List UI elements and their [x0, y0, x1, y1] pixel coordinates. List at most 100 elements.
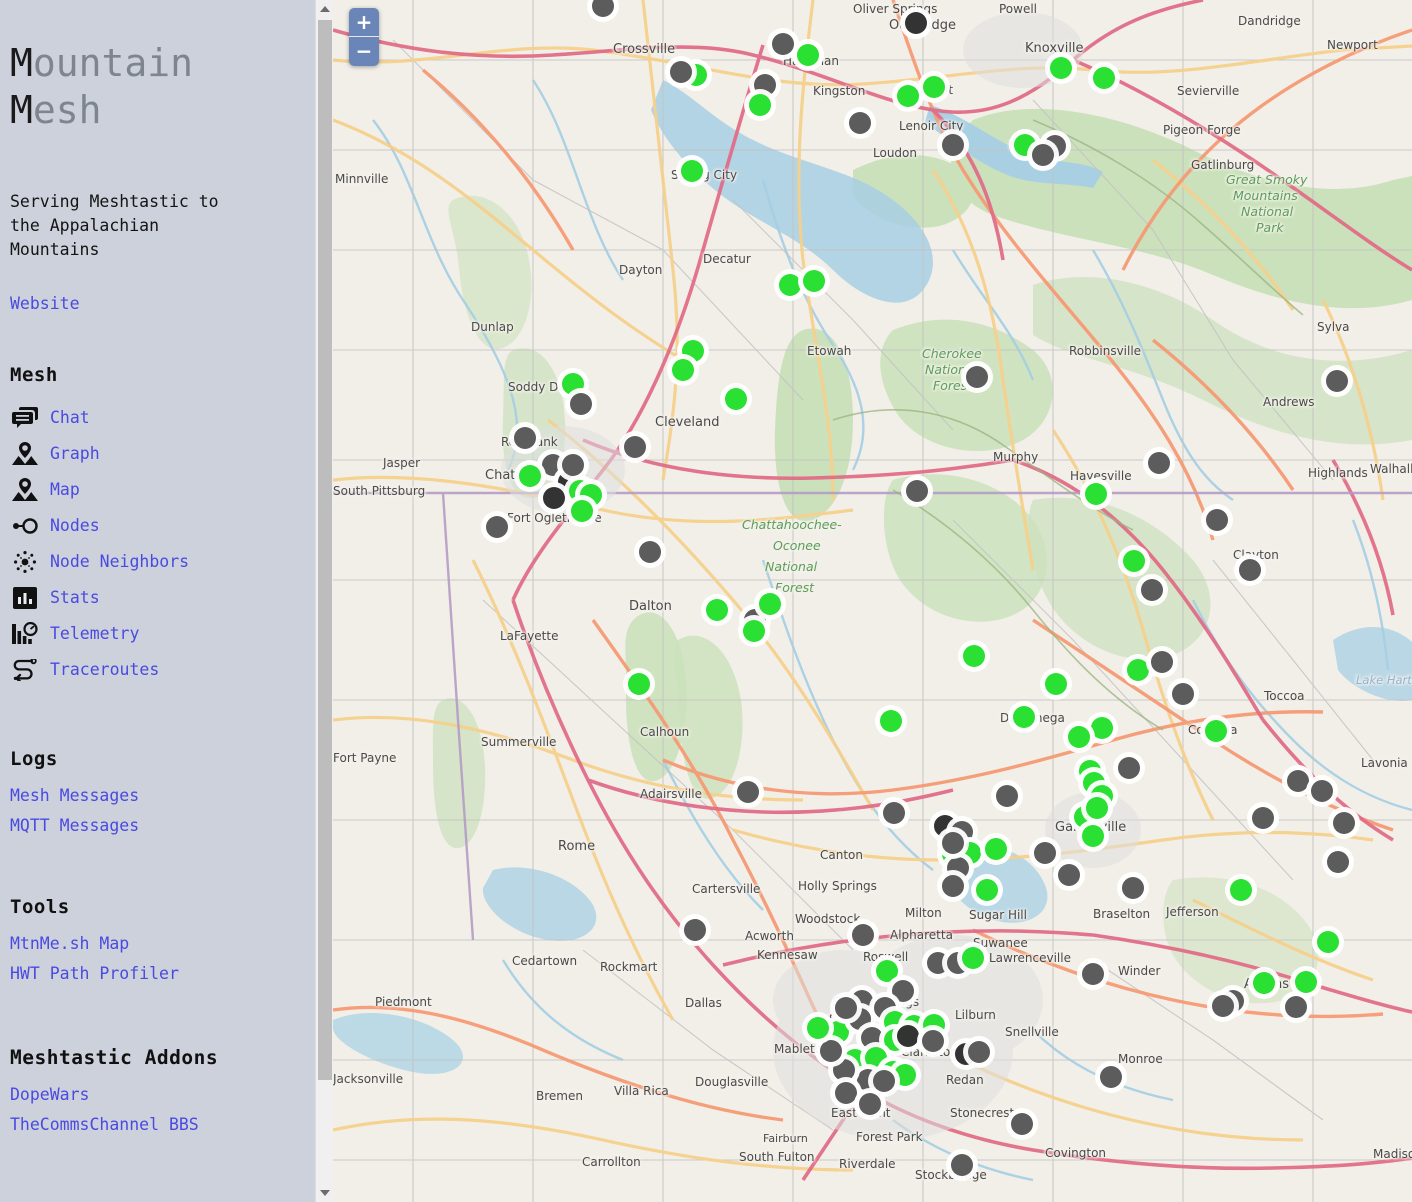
map-node-marker[interactable]: [681, 160, 703, 182]
map-node-marker[interactable]: [923, 76, 945, 98]
addons-link-commschannel-bbs[interactable]: TheCommsChannel BBS: [10, 1113, 315, 1137]
map-node-marker[interactable]: [749, 94, 771, 116]
sidebar-item-stats[interactable]: Stats: [10, 580, 315, 616]
map-node-marker[interactable]: [706, 599, 728, 621]
map-node-marker[interactable]: [1295, 971, 1317, 993]
map-node-marker[interactable]: [849, 112, 871, 134]
map-node-marker[interactable]: [670, 61, 692, 83]
map-node-marker[interactable]: [835, 1082, 857, 1104]
map-node-marker[interactable]: [962, 947, 984, 969]
tools-link-mtnme-map[interactable]: MtnMe.sh Map: [10, 932, 315, 956]
map-node-marker[interactable]: [873, 1070, 895, 1092]
map-node-marker[interactable]: [880, 710, 902, 732]
map-zoom-controls[interactable]: + −: [349, 8, 379, 66]
map-node-marker[interactable]: [1206, 509, 1228, 531]
map-node-marker[interactable]: [892, 980, 914, 1002]
map-node-marker[interactable]: [1100, 1066, 1122, 1088]
map-node-marker[interactable]: [942, 875, 964, 897]
map-node-marker[interactable]: [894, 1064, 916, 1086]
map-node-marker[interactable]: [883, 802, 905, 824]
map-node-marker[interactable]: [737, 781, 759, 803]
map-node-marker[interactable]: [624, 436, 646, 458]
map-node-marker[interactable]: [852, 924, 874, 946]
map-node-marker[interactable]: [1082, 825, 1104, 847]
map-node-marker[interactable]: [1333, 812, 1355, 834]
map-node-marker[interactable]: [833, 1059, 855, 1081]
map-node-marker[interactable]: [927, 952, 949, 974]
map-node-marker[interactable]: [1253, 972, 1275, 994]
map-node-marker[interactable]: [542, 454, 564, 476]
map-node-marker[interactable]: [797, 44, 819, 66]
map-node-marker[interactable]: [876, 960, 898, 982]
sidebar-item-traceroutes[interactable]: Traceroutes: [10, 652, 315, 688]
map-node-marker[interactable]: [1050, 57, 1072, 79]
map-node-marker[interactable]: [1151, 651, 1173, 673]
scrollbar-down-button[interactable]: [316, 1184, 334, 1202]
sidebar-item-map[interactable]: Map: [10, 472, 315, 508]
logs-link-mesh-messages[interactable]: Mesh Messages: [10, 784, 315, 808]
website-link[interactable]: Website: [10, 292, 315, 316]
map-node-marker[interactable]: [922, 1030, 944, 1052]
map-node-marker[interactable]: [639, 541, 661, 563]
map-node-marker[interactable]: [897, 85, 919, 107]
map-node-marker[interactable]: [514, 427, 536, 449]
map-node-marker[interactable]: [1118, 757, 1140, 779]
sidebar-item-nodes[interactable]: Nodes: [10, 508, 315, 544]
scrollbar-up-button[interactable]: [316, 0, 334, 18]
map-node-marker[interactable]: [859, 1093, 881, 1115]
sidebar-scrollbar[interactable]: [315, 0, 333, 1202]
zoom-out-button[interactable]: −: [349, 37, 379, 66]
map-node-marker[interactable]: [861, 1027, 883, 1049]
map-node-marker[interactable]: [725, 388, 747, 410]
map-node-marker[interactable]: [772, 33, 794, 55]
map-node-marker[interactable]: [543, 487, 565, 509]
map-node-marker[interactable]: [1230, 879, 1252, 901]
map-node-marker[interactable]: [963, 645, 985, 667]
map-node-marker[interactable]: [1122, 877, 1144, 899]
map-node-marker[interactable]: [966, 366, 988, 388]
map-node-marker[interactable]: [807, 1017, 829, 1039]
map-node-marker[interactable]: [1045, 673, 1067, 695]
map-node-marker[interactable]: [684, 919, 706, 941]
map-canvas[interactable]: + − Crossville Oliver Springs Oak Ridge Pow…: [333, 0, 1412, 1202]
map-node-marker[interactable]: [1239, 559, 1261, 581]
map-node-marker[interactable]: [1127, 659, 1149, 681]
map-node-marker[interactable]: [1311, 780, 1333, 802]
map-node-marker[interactable]: [905, 12, 927, 34]
map-node-marker[interactable]: [519, 465, 541, 487]
map-node-marker[interactable]: [1034, 842, 1056, 864]
map-node-marker[interactable]: [1327, 851, 1349, 873]
map-node-marker[interactable]: [803, 270, 825, 292]
sidebar-item-telemetry[interactable]: Telemetry: [10, 616, 315, 652]
map-node-marker[interactable]: [1285, 996, 1307, 1018]
map-node-marker[interactable]: [968, 1041, 990, 1063]
map-node-marker[interactable]: [759, 593, 781, 615]
map-node-marker[interactable]: [1091, 717, 1113, 739]
map-node-marker[interactable]: [672, 359, 694, 381]
sidebar-item-node-neighbors[interactable]: Node Neighbors: [10, 544, 315, 580]
map-node-marker[interactable]: [835, 997, 857, 1019]
map-node-marker[interactable]: [1205, 720, 1227, 742]
map-node-marker[interactable]: [1093, 67, 1115, 89]
scrollbar-thumb[interactable]: [318, 20, 332, 1080]
zoom-in-button[interactable]: +: [349, 8, 379, 37]
map-node-marker[interactable]: [1085, 483, 1107, 505]
map-node-marker[interactable]: [1326, 370, 1348, 392]
addons-link-dopewars[interactable]: DopeWars: [10, 1083, 315, 1107]
map-node-marker[interactable]: [1032, 144, 1054, 166]
map-node-marker[interactable]: [1212, 995, 1234, 1017]
map-node-marker[interactable]: [1013, 706, 1035, 728]
map-node-marker[interactable]: [1317, 931, 1339, 953]
map-node-marker[interactable]: [1141, 579, 1163, 601]
map-node-marker[interactable]: [942, 832, 964, 854]
map-node-marker[interactable]: [897, 1025, 919, 1047]
sidebar-item-graph[interactable]: Graph: [10, 436, 315, 472]
map-node-marker[interactable]: [942, 134, 964, 156]
tools-link-hwt-path-profiler[interactable]: HWT Path Profiler: [10, 962, 315, 986]
map-node-marker[interactable]: [951, 1154, 973, 1176]
map-node-marker[interactable]: [820, 1040, 842, 1062]
map-node-marker[interactable]: [976, 879, 998, 901]
map-node-marker[interactable]: [779, 274, 801, 296]
map-node-marker[interactable]: [1287, 770, 1309, 792]
map-node-marker[interactable]: [1068, 726, 1090, 748]
